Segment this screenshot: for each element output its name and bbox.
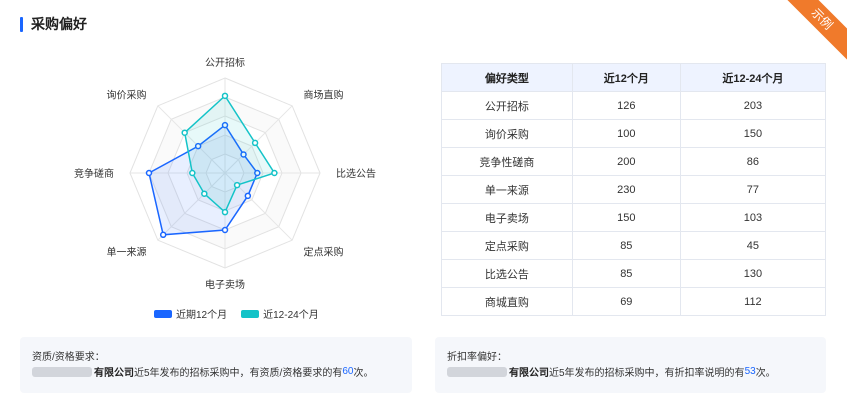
cell-12-24m: 103 <box>679 203 827 232</box>
table-row: 定点采购 85 45 <box>441 231 827 260</box>
cell-type: 商城直购 <box>441 287 573 316</box>
discount-card: 折扣率偏好： 有限公司 近5年发布的招标采购中，有折扣率说明的有 53 次。 <box>435 337 826 393</box>
cell-type: 竞争性磋商 <box>441 147 573 176</box>
cell-type: 电子卖场 <box>441 203 573 232</box>
radar-axis-label: 竞争磋商 <box>74 167 114 180</box>
cell-12-24m: 86 <box>679 147 827 176</box>
redacted-company-name <box>447 366 507 377</box>
qualification-count: 60 <box>342 366 354 377</box>
radar-series-2-point <box>271 169 278 177</box>
header-type: 偏好类型 <box>441 63 573 92</box>
qualification-card: 资质/资格要求： 有限公司 近5年发布的招标采购中，有资质/资格要求的有 60 … <box>20 337 412 393</box>
table-row: 单一来源 230 77 <box>441 175 827 204</box>
cell-12m: 69 <box>571 287 681 316</box>
radar-axis-label: 商场直购 <box>303 89 343 102</box>
table-row: 竞争性磋商 200 86 <box>441 147 827 176</box>
radar-axis-label: 定点采购 <box>303 245 343 258</box>
radar-axis-label: 询价采购 <box>107 89 147 102</box>
section-title-text: 采购偏好 <box>31 16 87 32</box>
table-row: 询价采购 100 150 <box>441 119 827 148</box>
cell-12m: 126 <box>571 91 681 120</box>
qualification-text-end: 次。 <box>353 368 374 379</box>
table-header-row: 偏好类型 近12个月 近12-24个月 <box>441 63 827 92</box>
radar-series-2-point <box>189 169 196 177</box>
section-title: 采购偏好 <box>20 14 87 34</box>
legend-item-series1[interactable]: 近期12个月 <box>154 306 227 321</box>
header-12-24m: 近12-24个月 <box>679 63 827 92</box>
radar-series-2-point <box>221 92 229 100</box>
radar-axis-label: 比选公告 <box>336 167 376 180</box>
cell-type: 定点采购 <box>441 231 573 260</box>
cell-12-24m: 45 <box>679 231 827 260</box>
cell-type: 公开招标 <box>441 91 573 120</box>
cell-12-24m: 77 <box>679 175 827 204</box>
radar-series-1-point <box>244 192 252 200</box>
cell-12m: 200 <box>571 147 681 176</box>
cell-12m: 230 <box>571 175 681 204</box>
cell-12m: 100 <box>571 119 681 148</box>
discount-heading: 折扣率偏好： <box>447 352 507 363</box>
cell-type: 询价采购 <box>441 119 573 148</box>
cell-12-24m: 130 <box>679 259 827 288</box>
chart-legend: 近期12个月 近12-24个月 <box>154 306 333 321</box>
radar-series-2-point <box>201 190 208 197</box>
legend-item-series2[interactable]: 近12-24个月 <box>241 306 319 321</box>
company-suffix: 有限公司 <box>94 368 134 379</box>
radar-axis-label: 电子卖场 <box>205 278 245 291</box>
cell-12m: 85 <box>571 231 681 260</box>
legend-swatch-series1 <box>154 309 172 318</box>
radar-series-1-point <box>159 231 167 239</box>
table-row: 商城直购 69 112 <box>441 287 827 316</box>
table-row: 公开招标 126 203 <box>441 91 827 120</box>
legend-label-series2: 近12-24个月 <box>263 310 319 321</box>
radar-chart: 公开招标商场直购比选公告定点采购电子卖场 单一来源 竞争磋商 询价采购 <box>74 56 376 291</box>
cell-type: 比选公告 <box>441 259 573 288</box>
cell-12-24m: 150 <box>679 119 827 148</box>
discount-body: 有限公司 近5年发布的招标采购中，有折扣率说明的有 53 次。 <box>447 364 776 379</box>
radar-series-2-point <box>181 129 188 136</box>
legend-label-series1: 近期12个月 <box>176 310 228 321</box>
qualification-body: 有限公司 近5年发布的招标采购中，有资质/资格要求的有 60 次。 <box>32 364 373 379</box>
radar-series-2-point <box>233 181 241 189</box>
radar-series-2-point <box>251 139 259 147</box>
cell-12-24m: 112 <box>679 287 827 316</box>
qualification-heading: 资质/资格要求： <box>32 352 105 363</box>
radar-series-1-point <box>145 169 153 177</box>
cell-type: 单一来源 <box>441 175 573 204</box>
table-row: 电子卖场 150 103 <box>441 203 827 232</box>
cell-12-24m: 203 <box>679 91 827 120</box>
header-12m: 近12个月 <box>571 63 681 92</box>
qualification-text: 近5年发布的招标采购中，有资质/资格要求的有 <box>134 368 343 379</box>
cell-12m: 85 <box>571 259 681 288</box>
sample-ribbon: 示例 <box>775 0 847 66</box>
redacted-company-name <box>32 366 92 377</box>
discount-text-end: 次。 <box>755 368 776 379</box>
company-suffix: 有限公司 <box>509 368 549 379</box>
radar-series-1-point <box>221 226 229 234</box>
radar-axis-label: 单一来源 <box>107 245 147 258</box>
discount-text: 近5年发布的招标采购中，有折扣率说明的有 <box>549 368 745 379</box>
discount-count: 53 <box>744 366 756 377</box>
legend-swatch-series2 <box>241 309 260 318</box>
cell-12m: 150 <box>571 203 681 232</box>
title-accent-bar <box>20 16 23 32</box>
preference-table: 偏好类型 近12个月 近12-24个月 公开招标 126 203 询价采购 100 15… <box>441 63 827 316</box>
table-row: 比选公告 85 130 <box>441 259 827 288</box>
radar-axis-label: 公开招标 <box>205 56 245 69</box>
radar-series-2-point <box>221 208 229 216</box>
